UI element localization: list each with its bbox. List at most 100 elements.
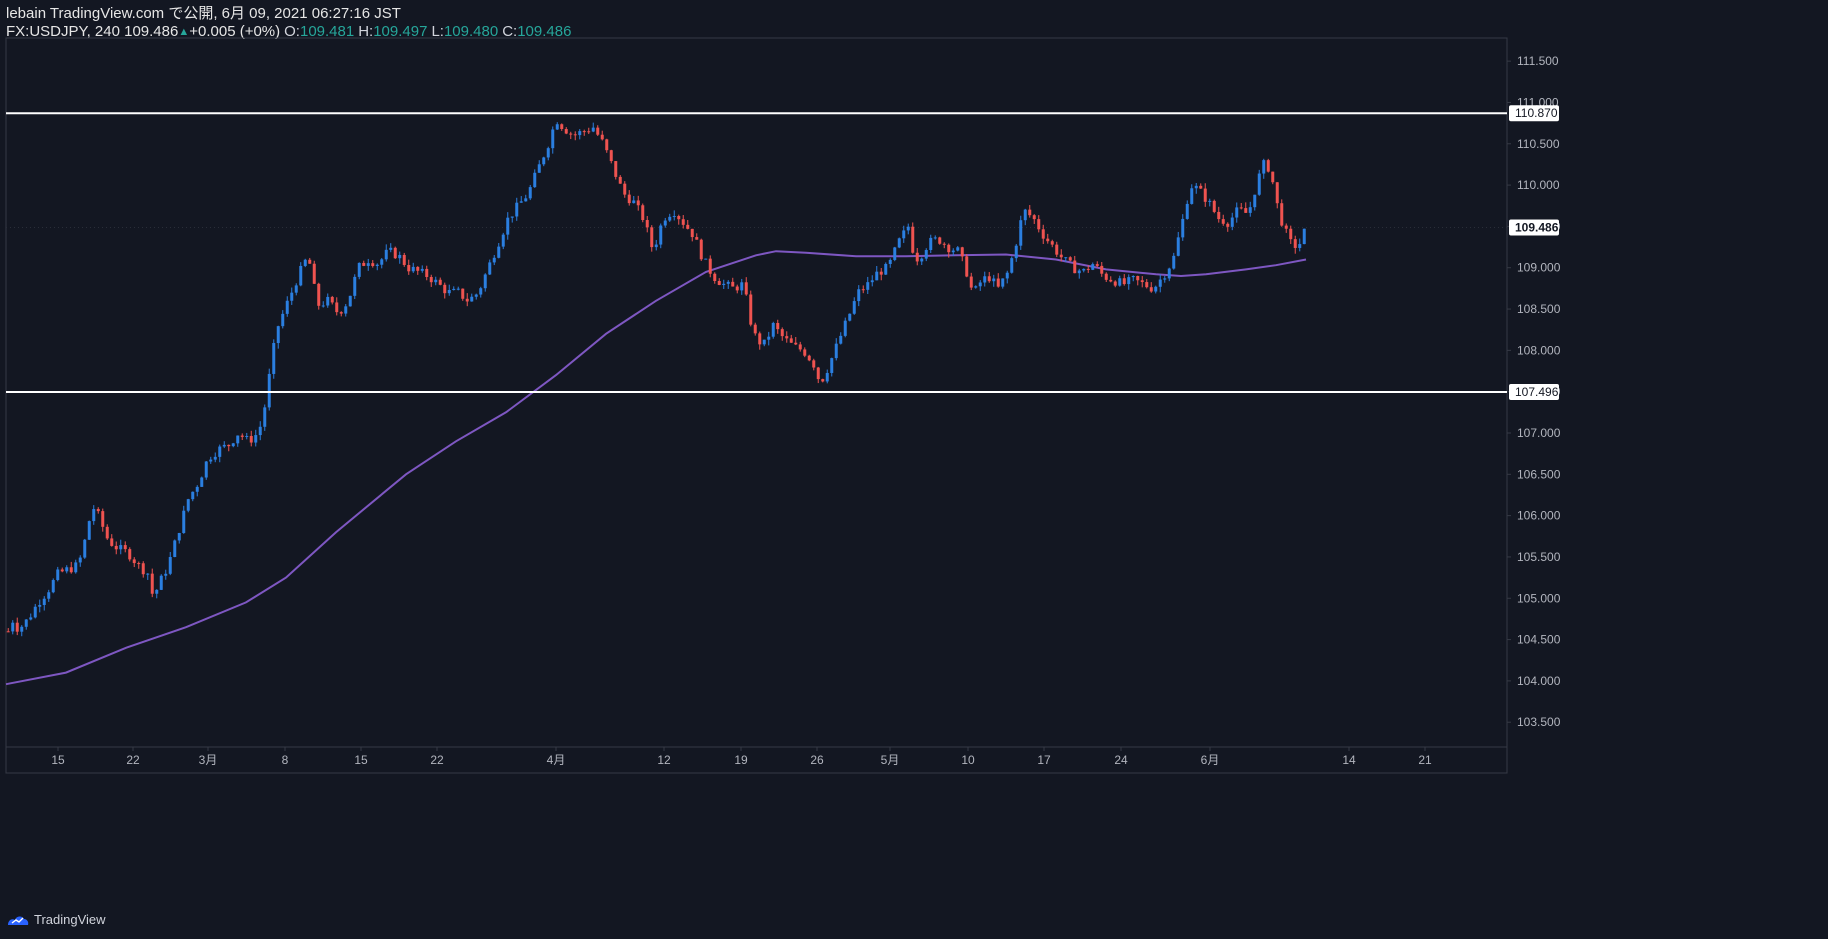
candle — [1140, 276, 1144, 288]
candle-body — [308, 259, 312, 264]
candle — [830, 357, 834, 377]
candle — [222, 441, 226, 449]
candle — [177, 532, 181, 544]
candle-body — [852, 301, 856, 314]
candle-body — [551, 129, 555, 149]
price-label-text: 107.496 — [1515, 385, 1559, 399]
candle-body — [785, 336, 789, 339]
candle-body — [105, 526, 109, 539]
candle-body — [983, 276, 987, 283]
candle — [1023, 208, 1027, 226]
candle-body — [942, 243, 946, 245]
candle-body — [866, 282, 870, 290]
candle-body — [992, 278, 996, 282]
candle — [929, 234, 933, 253]
candle — [33, 603, 37, 619]
candle-body — [1023, 209, 1027, 221]
candle-body — [848, 313, 852, 321]
candle — [681, 215, 685, 229]
price-tick-label: 106.500 — [1517, 467, 1561, 481]
candle-body — [834, 343, 838, 359]
candle-body — [915, 252, 919, 262]
candle-body — [24, 619, 28, 627]
candle-body — [812, 360, 816, 368]
candle — [546, 146, 550, 161]
candle-body — [708, 258, 712, 274]
candle — [371, 260, 375, 268]
candle-body — [173, 540, 177, 558]
candle-body — [501, 234, 505, 247]
candle — [762, 339, 766, 347]
candle — [254, 429, 258, 447]
candle-body — [704, 258, 708, 260]
tradingview-logo[interactable]: TradingView — [6, 912, 106, 927]
candle-body — [299, 265, 303, 286]
horizontal-lines-layer[interactable] — [6, 112, 1507, 394]
candle — [1248, 201, 1252, 217]
time-tick-label: 22 — [430, 753, 444, 767]
candle-body — [78, 557, 82, 563]
price-label-text: 110.870 — [1515, 106, 1558, 120]
candle-body — [326, 296, 330, 306]
candle — [393, 246, 397, 259]
candle — [15, 617, 19, 636]
candle — [960, 246, 964, 262]
candle — [281, 310, 285, 329]
price-axis[interactable]: 111.500111.000110.500110.000109.500109.0… — [1507, 54, 1561, 729]
candle — [969, 272, 973, 291]
candle — [164, 569, 168, 580]
candle-body — [902, 230, 906, 239]
candle-body — [204, 461, 208, 478]
price-chart[interactable]: 111.500111.000110.500110.000109.500109.0… — [0, 0, 1828, 939]
candle-body — [789, 338, 793, 343]
candle-body — [713, 273, 717, 282]
candle — [1149, 282, 1153, 293]
candle-body — [767, 336, 771, 340]
candle — [321, 301, 325, 308]
candle — [821, 378, 825, 383]
candle — [798, 341, 802, 352]
time-axis[interactable]: 15 22 3月 8 15 22 4月 12 19 26 5月 10 17 24 6月 14 21 — [51, 747, 1432, 767]
candle — [429, 274, 433, 287]
tradingview-logo-icon — [8, 915, 29, 925]
candle — [1010, 256, 1014, 274]
candle-body — [159, 575, 163, 590]
candle — [618, 175, 622, 184]
candle — [1082, 268, 1086, 273]
candle — [146, 573, 150, 580]
candle — [663, 217, 667, 228]
candle — [609, 149, 613, 164]
candle-body — [1068, 257, 1072, 261]
candle — [749, 290, 753, 327]
time-tick-label: 14 — [1342, 753, 1356, 767]
candle-body — [56, 569, 60, 581]
candle — [834, 338, 838, 361]
candle — [506, 212, 510, 240]
candle-body — [506, 217, 510, 235]
candle-body — [627, 194, 631, 204]
candle — [204, 461, 208, 480]
candle-body — [452, 288, 456, 290]
candle — [452, 286, 456, 291]
candle — [461, 288, 465, 301]
candle — [533, 169, 537, 188]
candle — [591, 122, 595, 133]
candle-body — [146, 573, 150, 575]
candle-body — [222, 444, 226, 447]
candle — [888, 258, 892, 268]
candle-body — [362, 262, 366, 266]
candle — [60, 567, 64, 573]
candle-body — [465, 298, 469, 302]
time-tick-label: 4月 — [547, 753, 566, 767]
candle-body — [312, 263, 316, 284]
candle — [875, 266, 879, 281]
candle — [182, 505, 186, 534]
candle — [236, 435, 240, 447]
candle — [848, 313, 852, 322]
candle — [1302, 228, 1306, 245]
candle-body — [488, 262, 492, 275]
candle — [740, 278, 744, 295]
candle-body — [492, 257, 496, 263]
candle-body — [749, 294, 753, 325]
time-tick-label: 17 — [1037, 753, 1051, 767]
